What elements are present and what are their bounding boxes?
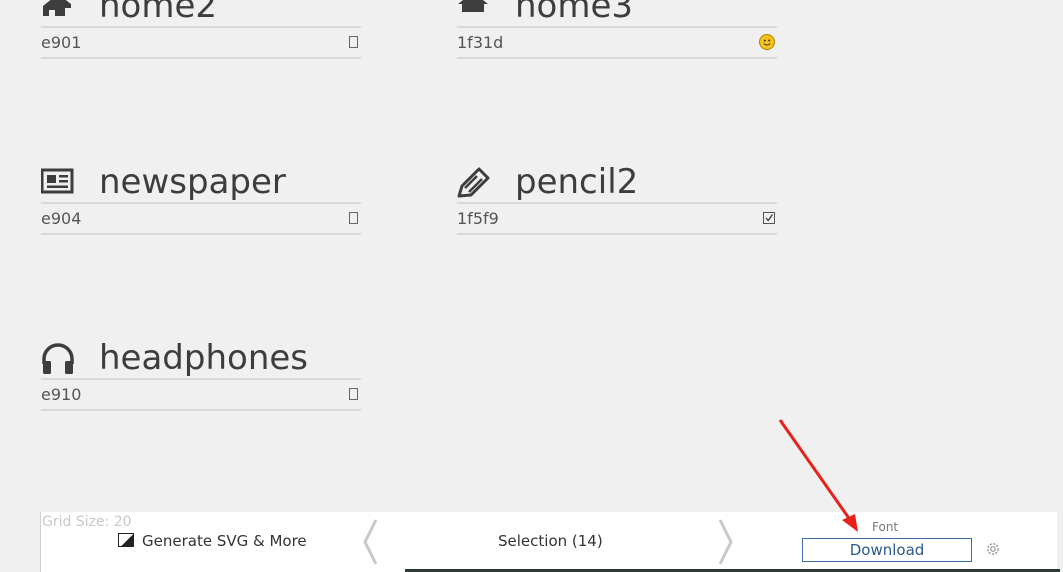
glyph-code-row: 1f5f9 — [457, 202, 777, 235]
glyph-char-preview — [349, 36, 358, 48]
glyph-code[interactable]: e910 — [41, 380, 81, 409]
glyph-card-newspaper[interactable]: newspaper e904 — [41, 162, 361, 235]
annotation-arrow — [778, 419, 858, 532]
glyph-card-headphones[interactable]: headphones e910 — [41, 338, 361, 411]
pencil-icon — [457, 167, 490, 198]
checkbox-icon — [763, 212, 775, 224]
glyph-code[interactable]: e901 — [41, 28, 81, 57]
chevron-right-icon[interactable] — [718, 518, 734, 566]
glyph-card-pencil2[interactable]: pencil2 1f5f9 — [457, 162, 777, 235]
download-button[interactable]: Download — [802, 538, 972, 562]
glyph-char-preview — [349, 212, 358, 224]
glyph-code-row: 1f31d — [457, 26, 777, 59]
glyph-code-row: e904 — [41, 202, 361, 235]
footer-left-strip — [0, 512, 40, 572]
glyph-card-home2[interactable]: home2 e901 — [41, 0, 361, 59]
gear-icon[interactable] — [985, 541, 1001, 557]
image-icon — [118, 532, 134, 547]
selection-tab[interactable]: Selection (14) — [498, 528, 603, 554]
glyph-card-home3[interactable]: home3 1f31d — [457, 0, 777, 59]
glyph-name: home2 — [99, 0, 218, 26]
newspaper-icon — [41, 168, 74, 194]
glyph-name: headphones — [99, 338, 308, 378]
home3-icon — [458, 0, 488, 12]
glyph-code-row: e901 — [41, 26, 361, 59]
glyph-code[interactable]: 1f5f9 — [457, 204, 499, 233]
glyph-char-preview — [349, 388, 358, 400]
home2-icon — [43, 0, 71, 16]
glyph-code[interactable]: e904 — [41, 204, 81, 233]
smiley-icon — [759, 34, 775, 50]
generate-svg-label: Generate SVG & More — [142, 532, 307, 550]
glyph-code-row: e910 — [41, 378, 361, 411]
glyph-name: newspaper — [99, 162, 286, 202]
generate-svg-button[interactable]: Generate SVG & More — [118, 528, 307, 554]
headphones-icon — [42, 343, 74, 374]
chevron-left-icon[interactable] — [362, 518, 378, 566]
font-tab-label: Font — [872, 520, 899, 534]
glyph-name: pencil2 — [515, 162, 639, 202]
glyph-code[interactable]: 1f31d — [457, 28, 503, 57]
glyph-name: home3 — [515, 0, 634, 26]
